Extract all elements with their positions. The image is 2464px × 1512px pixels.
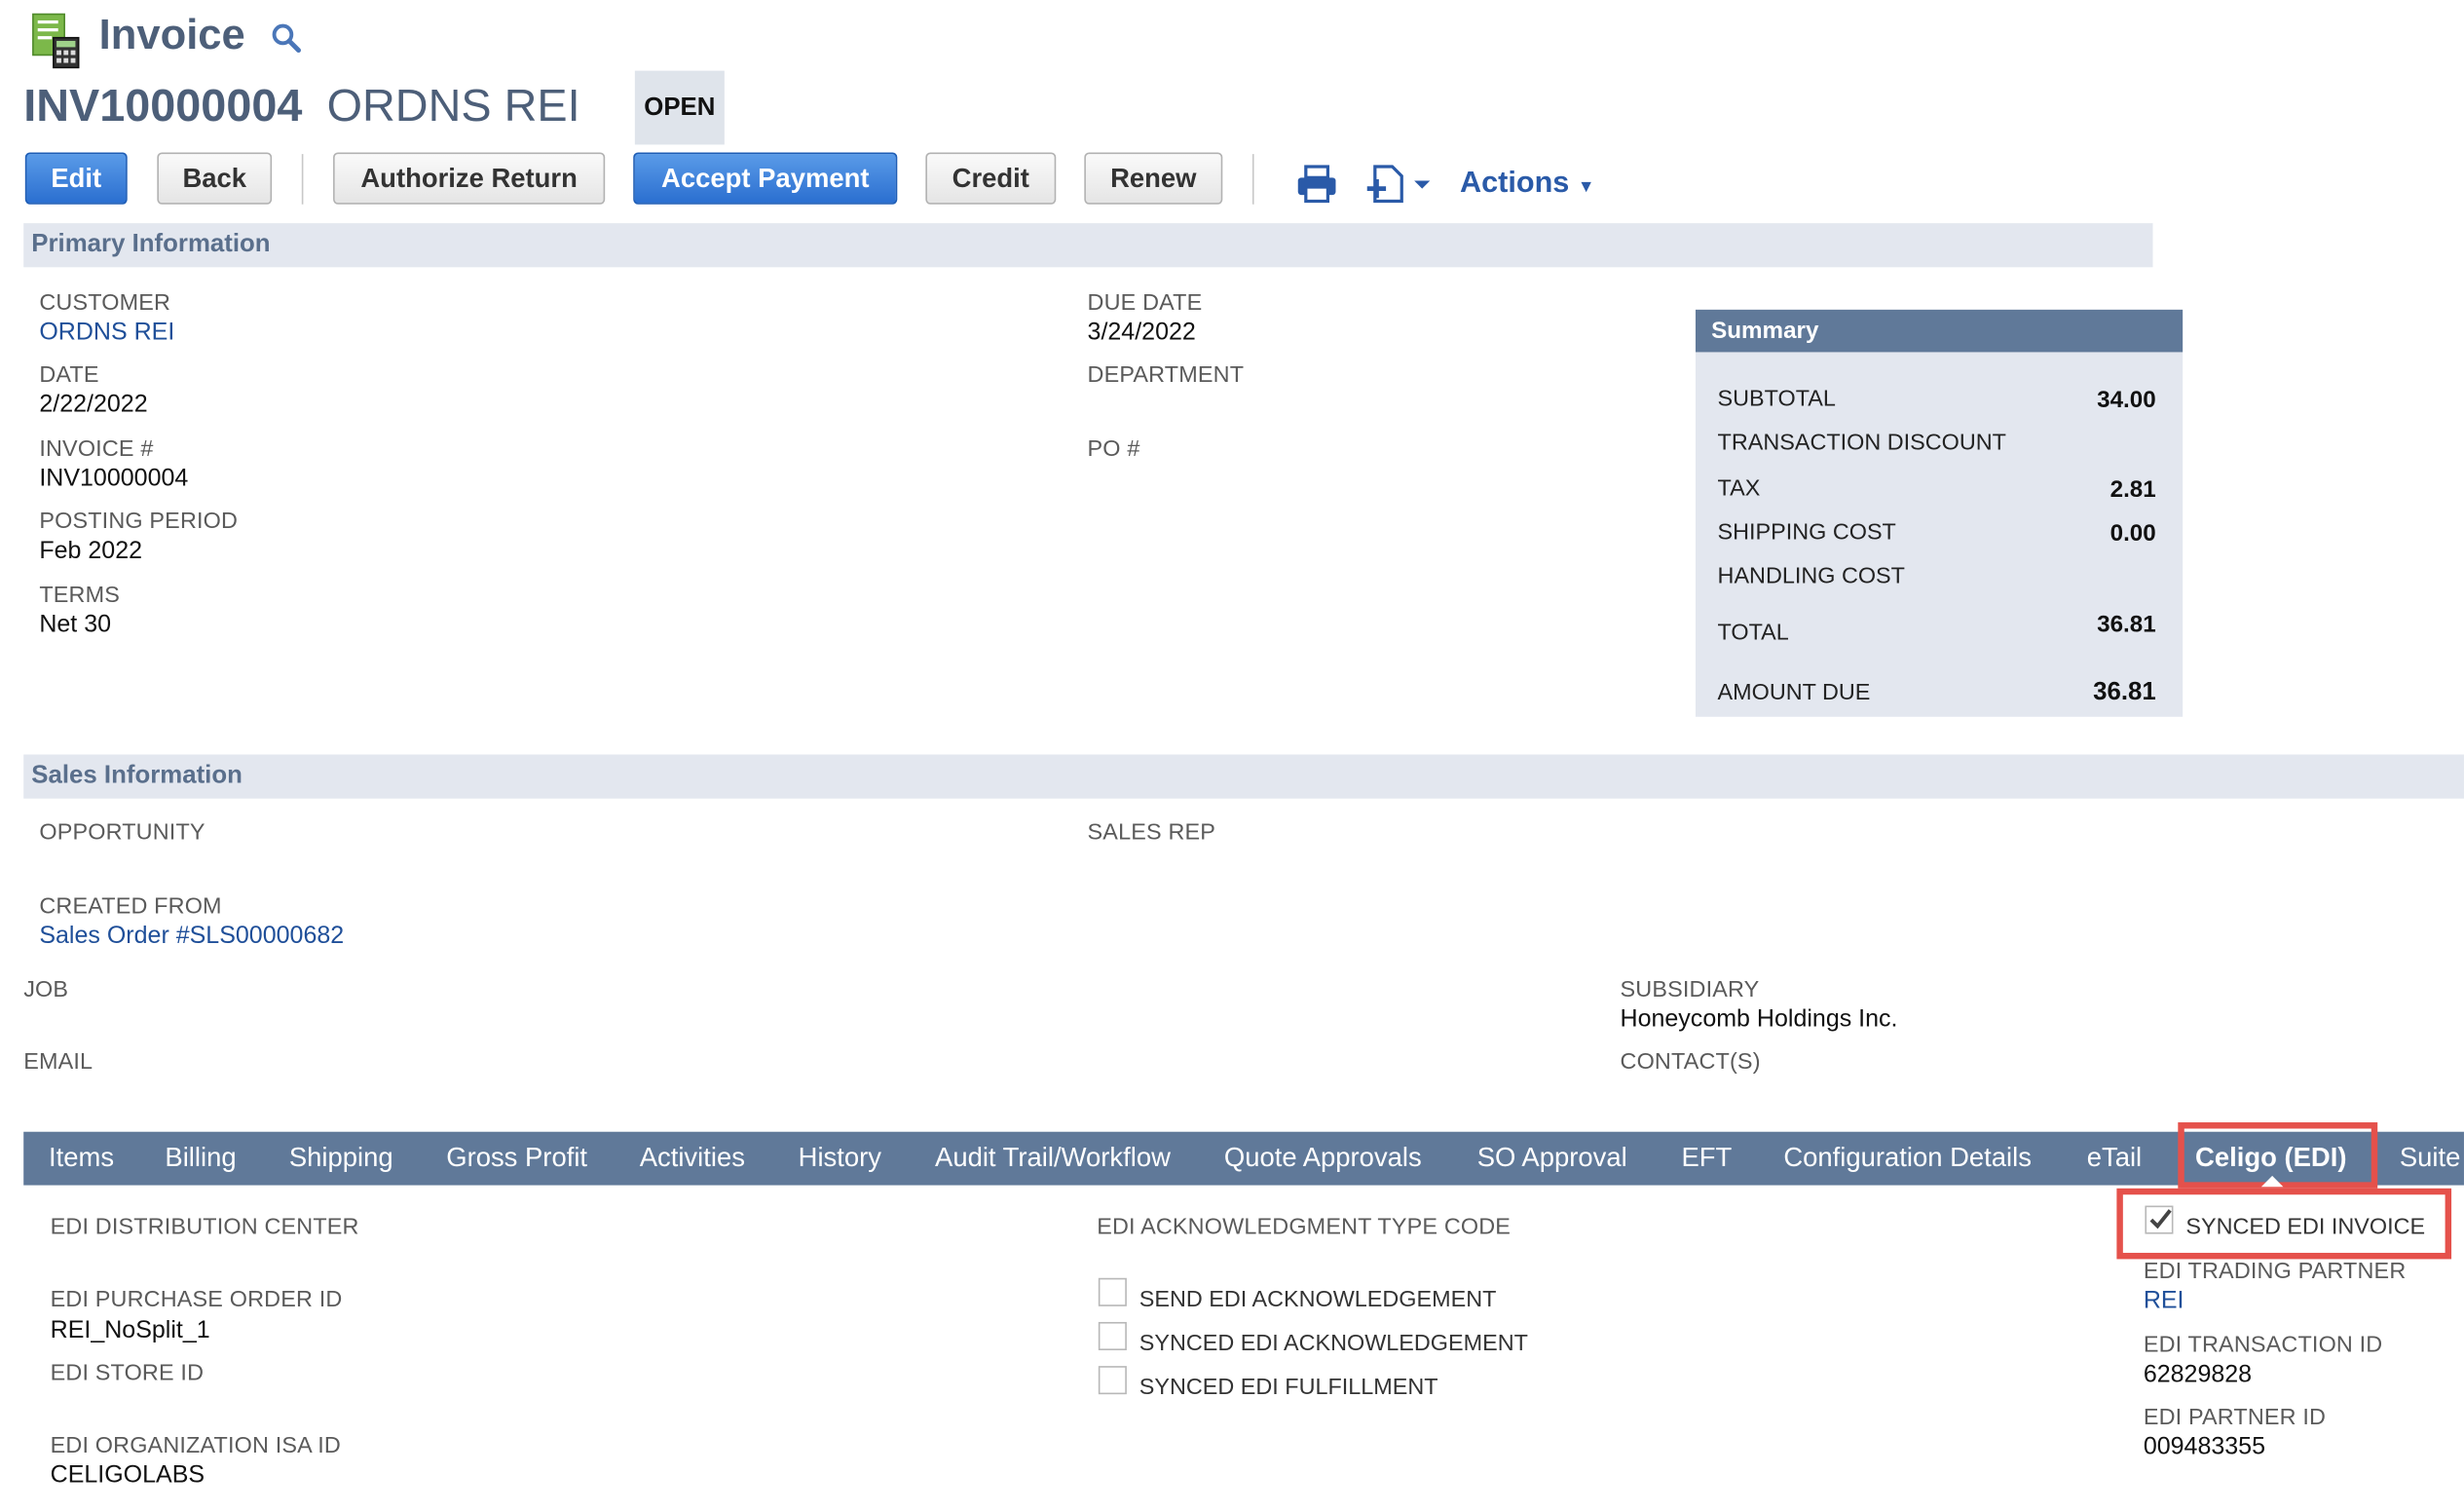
edi-partner-id-label: EDI PARTNER ID <box>2143 1405 2327 1431</box>
summary-title: Summary <box>1695 309 2184 353</box>
department-label: DEPARTMENT <box>1087 362 1245 389</box>
renew-button[interactable]: Renew <box>1084 152 1223 205</box>
highlight-box-synced-edi-invoice <box>2116 1188 2452 1260</box>
posting-period-value: Feb 2022 <box>39 537 143 565</box>
edi-transaction-id-value: 62829828 <box>2143 1361 2253 1388</box>
invoice-number-value: INV10000004 <box>39 465 189 493</box>
search-icon[interactable] <box>271 22 302 54</box>
po-number-label: PO # <box>1087 436 1140 463</box>
edi-partner-id-value: 009483355 <box>2143 1433 2266 1460</box>
amount-due-label: AMOUNT DUE <box>1717 680 1871 706</box>
terms-label: TERMS <box>39 583 121 609</box>
actions-label: Actions <box>1459 167 1570 200</box>
accept-payment-button[interactable]: Accept Payment <box>633 152 898 205</box>
credit-button[interactable]: Credit <box>925 152 1057 205</box>
tax-label: TAX <box>1717 475 1761 502</box>
synced-edi-acknowledgement-label: SYNCED EDI ACKNOWLEDGEMENT <box>1139 1331 1528 1357</box>
subsidiary-label: SUBSIDIARY <box>1620 977 1760 1003</box>
tax-value: 2.81 <box>2109 475 2156 504</box>
toolbar-divider <box>1251 154 1254 205</box>
new-document-dropdown-icon[interactable] <box>1365 164 1435 205</box>
invoice-icon <box>32 13 80 69</box>
due-date-label: DUE DATE <box>1087 290 1203 317</box>
send-edi-acknowledgement-checkbox[interactable] <box>1098 1277 1127 1306</box>
tab-items[interactable]: Items <box>49 1143 114 1174</box>
back-button[interactable]: Back <box>157 152 273 205</box>
edi-purchase-order-id-label: EDI PURCHASE ORDER ID <box>50 1287 343 1313</box>
actions-menu[interactable]: Actions ▼ <box>1460 167 1595 201</box>
tab-so-approval[interactable]: SO Approval <box>1477 1143 1627 1174</box>
due-date-value: 3/24/2022 <box>1087 319 1196 346</box>
print-icon[interactable] <box>1296 164 1337 205</box>
tab-billing[interactable]: Billing <box>165 1143 236 1174</box>
record-customer-name: ORDNS REI <box>326 81 580 132</box>
edi-transaction-id-label: EDI TRANSACTION ID <box>2143 1333 2383 1359</box>
handling-cost-label: HANDLING COST <box>1717 564 1905 590</box>
edi-distribution-center-label: EDI DISTRIBUTION CENTER <box>50 1215 359 1241</box>
subtotal-label: SUBTOTAL <box>1717 386 1836 412</box>
authorize-return-button[interactable]: Authorize Return <box>333 152 606 205</box>
status-badge: OPEN <box>634 70 725 145</box>
date-value: 2/22/2022 <box>39 391 148 419</box>
tab-audit-trail-workflow[interactable]: Audit Trail/Workflow <box>935 1143 1171 1174</box>
record-id: INV10000004 <box>23 81 303 132</box>
edi-trading-partner-link[interactable]: REI <box>2144 1287 2184 1315</box>
subtotal-value: 34.00 <box>2097 386 2156 414</box>
email-label: EMAIL <box>23 1049 93 1076</box>
edi-acknowledgment-type-code-label: EDI ACKNOWLEDGMENT TYPE CODE <box>1097 1215 1512 1241</box>
chevron-down-icon: ▼ <box>1577 177 1595 197</box>
synced-edi-fulfillment-checkbox[interactable] <box>1098 1366 1127 1395</box>
send-edi-acknowledgement-label: SEND EDI ACKNOWLEDGEMENT <box>1139 1287 1497 1313</box>
summary-panel: Summary SUBTOTAL 34.00 TRANSACTION DISCO… <box>1695 309 2184 717</box>
edi-trading-partner-label: EDI TRADING PARTNER <box>2143 1259 2407 1285</box>
opportunity-label: OPPORTUNITY <box>39 820 205 847</box>
synced-edi-acknowledgement-checkbox[interactable] <box>1098 1321 1127 1350</box>
customer-label: CUSTOMER <box>39 290 171 317</box>
page-title: Invoice <box>98 11 245 58</box>
customer-link[interactable]: ORDNS REI <box>39 320 174 348</box>
shipping-cost-value: 0.00 <box>2109 520 2156 548</box>
posting-period-label: POSTING PERIOD <box>39 509 239 535</box>
toolbar-divider <box>301 154 304 205</box>
primary-information-header[interactable]: Primary Information <box>23 223 2153 268</box>
tab-gross-profit[interactable]: Gross Profit <box>446 1143 587 1174</box>
tab-activities[interactable]: Activities <box>640 1143 745 1174</box>
edi-organization-isa-id-value: CELIGOLABS <box>50 1461 205 1489</box>
active-tab-pointer <box>2260 1175 2284 1188</box>
created-from-label: CREATED FROM <box>39 894 222 920</box>
subtab-bar: Items Billing Shipping Gross Profit Acti… <box>23 1131 2464 1186</box>
created-from-link[interactable]: Sales Order #SLS00000682 <box>39 923 344 951</box>
edi-organization-isa-id-label: EDI ORGANIZATION ISA ID <box>50 1433 342 1459</box>
tab-shipping[interactable]: Shipping <box>289 1143 393 1174</box>
terms-value: Net 30 <box>39 611 112 639</box>
amount-due-value: 36.81 <box>2093 679 2156 706</box>
tab-history[interactable]: History <box>799 1143 881 1174</box>
total-label: TOTAL <box>1717 621 1789 647</box>
invoice-number-label: INVOICE # <box>39 436 154 463</box>
synced-edi-fulfillment-label: SYNCED EDI FULFILLMENT <box>1139 1375 1438 1401</box>
edi-store-id-label: EDI STORE ID <box>50 1361 205 1387</box>
subsidiary-value: Honeycomb Holdings Inc. <box>1620 1005 1898 1034</box>
shipping-cost-label: SHIPPING COST <box>1717 520 1896 546</box>
sales-rep-label: SALES REP <box>1087 820 1216 847</box>
tab-quote-approvals[interactable]: Quote Approvals <box>1224 1143 1422 1174</box>
tab-etail[interactable]: eTail <box>2087 1143 2142 1174</box>
contacts-label: CONTACT(S) <box>1620 1049 1761 1076</box>
edi-purchase-order-id-value: REI_NoSplit_1 <box>50 1317 210 1344</box>
tab-eft[interactable]: EFT <box>1681 1143 1732 1174</box>
date-label: DATE <box>39 362 99 389</box>
transaction-discount-label: TRANSACTION DISCOUNT <box>1717 431 2006 456</box>
job-label: JOB <box>23 977 69 1003</box>
edit-button[interactable]: Edit <box>24 152 128 205</box>
total-value: 36.81 <box>2097 611 2156 639</box>
sales-information-header[interactable]: Sales Information <box>23 754 2464 799</box>
tab-configuration-details[interactable]: Configuration Details <box>1783 1143 2032 1174</box>
tab-suite[interactable]: Suite <box>2400 1143 2461 1174</box>
